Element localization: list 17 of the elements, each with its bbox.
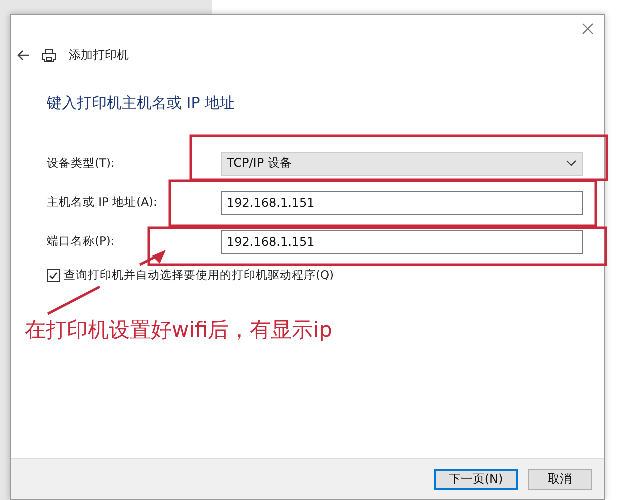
next-button[interactable]: 下一页(N): [434, 468, 518, 490]
device-type-dropdown[interactable]: TCP/IP 设备: [221, 152, 583, 176]
field-label: 端口名称(P):: [47, 234, 116, 249]
back-arrow-icon[interactable]: [17, 50, 30, 61]
annotation-text: 在打印机设置好wifi后，有显示ip: [25, 317, 332, 344]
cancel-button[interactable]: 取消: [528, 468, 592, 490]
chevron-down-icon: [566, 160, 577, 167]
close-icon[interactable]: [582, 23, 594, 35]
input-field[interactable]: 192.168.1.151: [221, 190, 583, 214]
field-label: 主机名或 IP 地址(A):: [47, 195, 158, 210]
input-field[interactable]: 192.168.1.151: [221, 230, 583, 254]
printer-icon: [42, 48, 57, 62]
field-label: 设备类型(T):: [47, 156, 116, 171]
dialog-title: 添加打印机: [69, 47, 129, 64]
checkbox[interactable]: [47, 269, 60, 282]
dialog-heading: 键入打印机主机名或 IP 地址: [47, 94, 236, 113]
checkbox-label: 查询打印机并自动选择要使用的打印机驱动程序(Q): [64, 268, 334, 283]
